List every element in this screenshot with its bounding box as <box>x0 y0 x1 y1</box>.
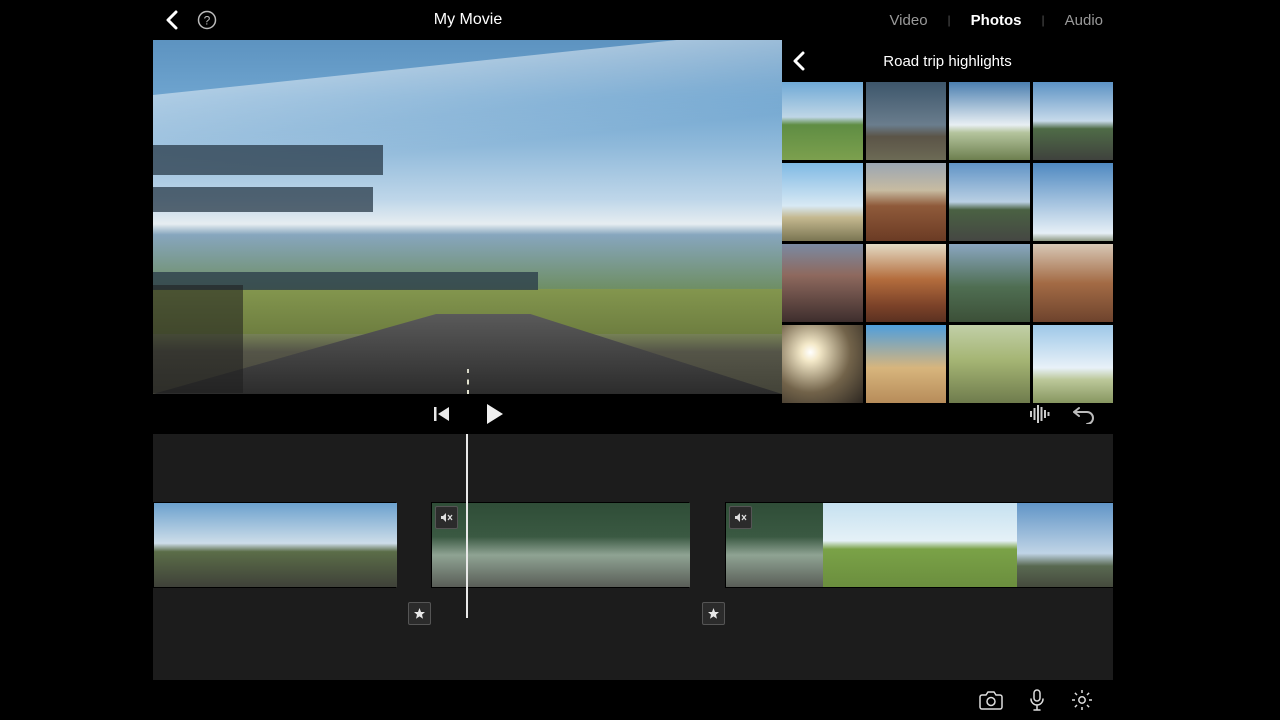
gear-icon[interactable] <box>1071 689 1093 711</box>
favorite-icon[interactable] <box>408 602 431 625</box>
preview-monitor[interactable] <box>153 40 782 394</box>
photo-grid <box>782 82 1113 403</box>
microphone-icon[interactable] <box>1029 689 1045 711</box>
photo-thumb[interactable] <box>1033 82 1114 160</box>
clip-frame <box>1017 503 1113 587</box>
photo-thumb[interactable] <box>782 244 863 322</box>
tab-sep: | <box>1042 13 1045 27</box>
photo-thumb[interactable] <box>782 325 863 403</box>
photo-thumb[interactable] <box>866 163 947 241</box>
timeline-clip[interactable] <box>153 502 396 588</box>
timeline-clip[interactable] <box>431 502 689 588</box>
photo-thumb[interactable] <box>866 82 947 160</box>
playhead[interactable] <box>466 434 468 618</box>
clip-frame <box>154 503 235 587</box>
photo-thumb[interactable] <box>949 163 1030 241</box>
favorite-icon[interactable] <box>702 602 725 625</box>
photo-thumb[interactable] <box>782 82 863 160</box>
title-overlay-line-1[interactable] <box>153 145 383 175</box>
undo-icon[interactable] <box>1073 404 1095 424</box>
photo-thumb[interactable] <box>866 244 947 322</box>
app-frame: ? My Movie Video | Photos | Audio Road t… <box>153 0 1113 720</box>
tab-sep: | <box>948 13 951 27</box>
preview-lane <box>467 314 469 394</box>
clip-frame <box>920 503 1017 587</box>
project-title: My Movie <box>153 11 783 29</box>
tab-audio[interactable]: Audio <box>1065 12 1103 29</box>
footer-tools <box>153 680 1113 720</box>
timeline[interactable] <box>153 434 1113 680</box>
waveform-icon[interactable] <box>1029 404 1051 424</box>
album-title: Road trip highlights <box>883 53 1011 70</box>
mute-icon[interactable] <box>435 506 458 529</box>
clip-frame <box>518 503 604 587</box>
timeline-clip[interactable] <box>725 502 1113 588</box>
photo-thumb[interactable] <box>1033 163 1114 241</box>
clip-frame <box>235 503 316 587</box>
camera-icon[interactable] <box>979 690 1003 710</box>
clip-frame <box>316 503 397 587</box>
title-overlay-line-2[interactable] <box>153 187 373 212</box>
photo-thumb[interactable] <box>1033 244 1114 322</box>
header-bar: ? My Movie Video | Photos | Audio <box>153 0 1113 40</box>
video-track <box>153 502 1113 588</box>
mute-icon[interactable] <box>729 506 752 529</box>
clip-frame <box>604 503 690 587</box>
photo-thumb[interactable] <box>949 244 1030 322</box>
tab-photos[interactable]: Photos <box>971 12 1022 29</box>
title-overlay-block[interactable] <box>153 285 243 393</box>
play-icon[interactable] <box>485 403 505 425</box>
media-tabs: Video | Photos | Audio <box>889 12 1103 29</box>
clip-frame <box>823 503 920 587</box>
skip-back-icon[interactable] <box>433 405 451 423</box>
photo-thumb[interactable] <box>782 163 863 241</box>
media-browser: Road trip highlights <box>782 40 1113 394</box>
playback-controls <box>153 394 1113 434</box>
album-back-button[interactable] <box>792 51 806 71</box>
photo-thumb[interactable] <box>866 325 947 403</box>
photo-thumb[interactable] <box>949 82 1030 160</box>
photo-thumb[interactable] <box>949 325 1030 403</box>
photo-thumb[interactable] <box>1033 325 1114 403</box>
tab-video[interactable]: Video <box>889 12 927 29</box>
